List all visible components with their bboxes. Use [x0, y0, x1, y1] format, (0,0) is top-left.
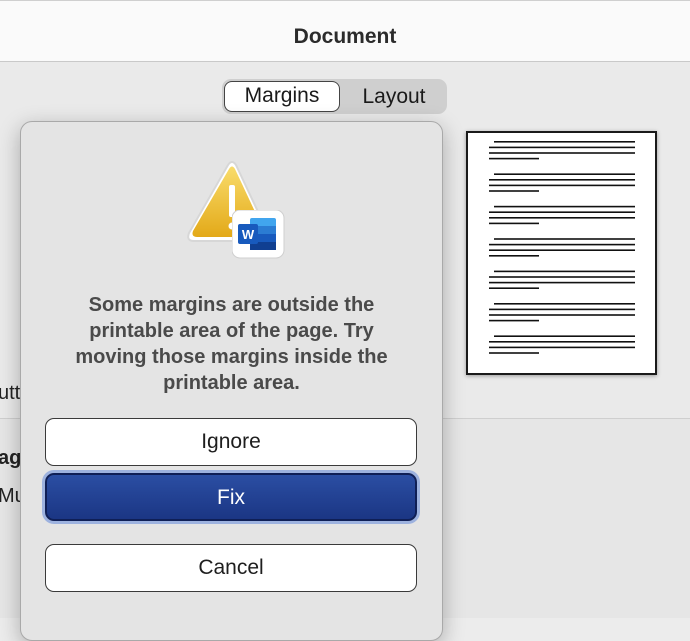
tab-segmented-control: Margins Layout — [222, 79, 447, 114]
dialog-message: Some margins are outside the printable a… — [75, 294, 388, 394]
preview-text-line — [489, 341, 635, 343]
preview-text-line — [489, 352, 539, 354]
preview-text-line — [489, 190, 539, 192]
preview-text-line — [489, 276, 635, 278]
page-preview — [466, 131, 657, 375]
preview-text-line — [489, 243, 635, 246]
preview-text-line — [489, 184, 635, 187]
preview-text-line — [494, 270, 635, 273]
preview-text-line — [494, 335, 635, 337]
preview-text-line — [489, 308, 635, 311]
preview-text-line — [489, 346, 635, 349]
background-heading-partial: ag — [0, 447, 22, 469]
margin-warning-dialog: W Some margins are outside the printable… — [20, 121, 443, 641]
preview-text-line — [494, 141, 635, 143]
page-preview-lines — [489, 141, 635, 354]
background-label-partial: utt — [0, 382, 21, 404]
preview-text-line — [489, 157, 539, 160]
preview-text-line — [489, 222, 539, 225]
word-icon-letter: W — [242, 227, 255, 242]
preview-text-line — [494, 238, 635, 240]
preview-text-line — [489, 179, 635, 181]
preview-text-line — [489, 281, 635, 284]
tab-margins[interactable]: Margins — [224, 81, 340, 112]
preview-text-line — [489, 287, 539, 289]
preview-text-line — [494, 303, 635, 305]
ignore-button[interactable]: Ignore — [45, 418, 417, 466]
word-app-icon: W — [231, 209, 286, 265]
tab-layout[interactable]: Layout — [344, 81, 444, 112]
window-title-bar: Document — [0, 0, 690, 62]
preview-text-line — [494, 205, 635, 208]
cancel-button[interactable]: Cancel — [45, 544, 417, 592]
preview-text-line — [489, 211, 635, 213]
preview-text-line — [489, 217, 635, 219]
preview-text-line — [489, 152, 635, 154]
preview-text-line — [494, 173, 635, 175]
preview-text-line — [489, 255, 539, 257]
window-title: Document — [293, 25, 397, 48]
fix-button[interactable]: Fix — [45, 473, 417, 521]
preview-text-line — [489, 249, 635, 251]
preview-text-line — [489, 314, 635, 316]
preview-text-line — [489, 319, 539, 322]
preview-text-line — [489, 146, 635, 149]
